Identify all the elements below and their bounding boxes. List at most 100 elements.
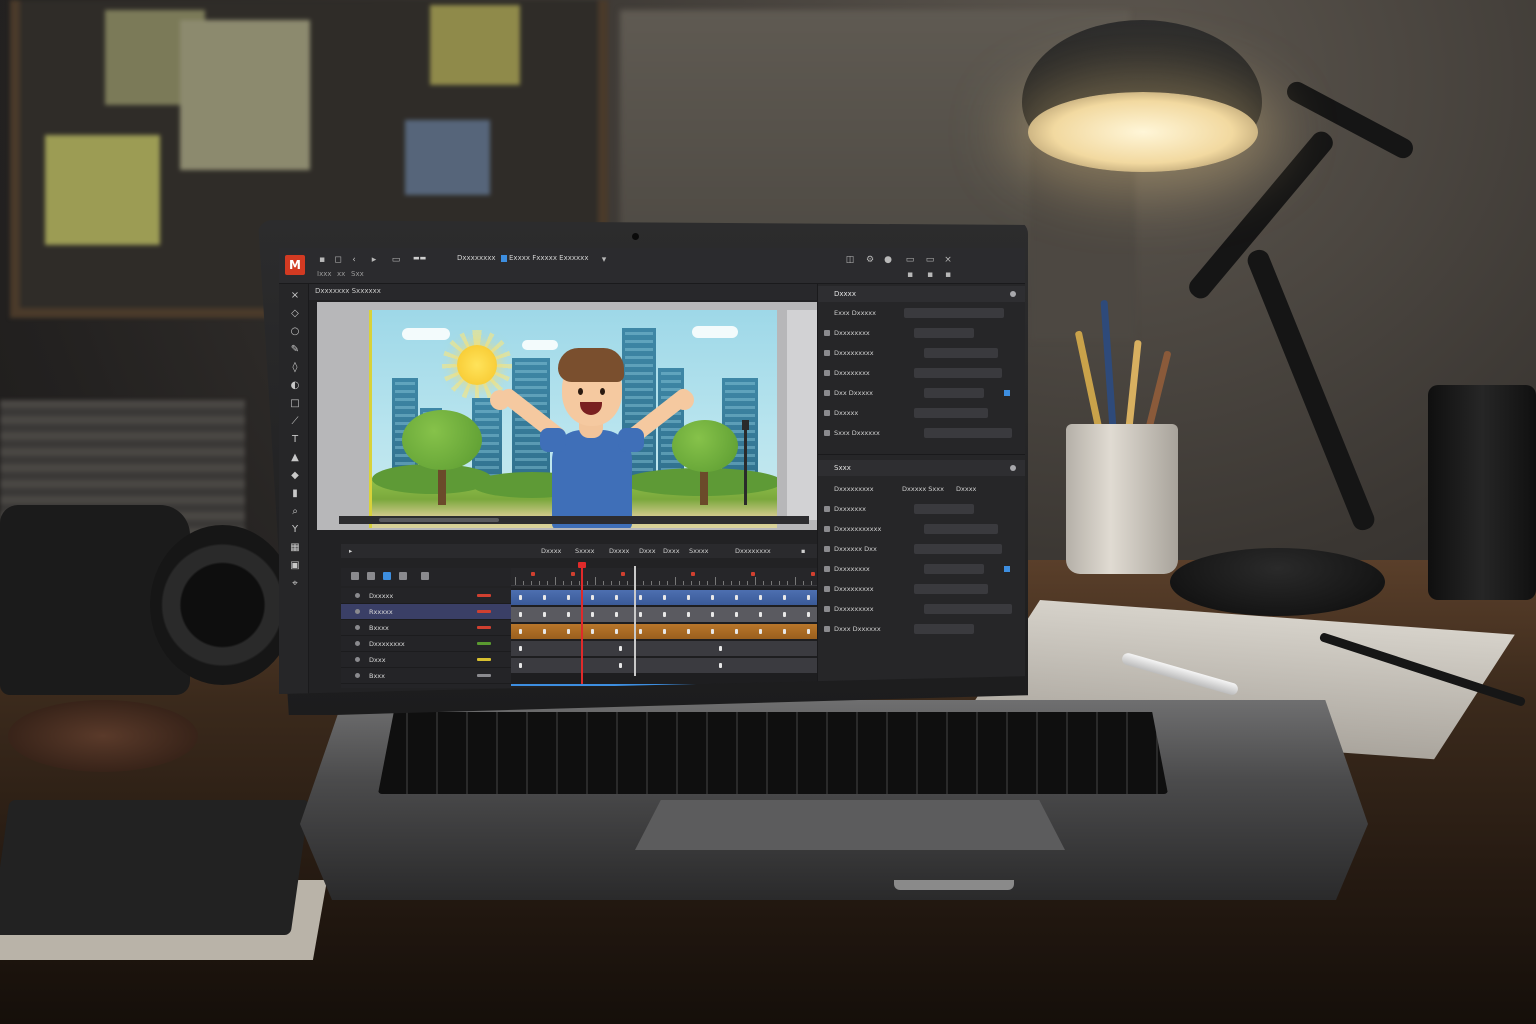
keyframe[interactable] — [687, 595, 690, 600]
properties-tab[interactable]: Exxx Dxxxxx — [834, 309, 876, 317]
keyframe[interactable] — [663, 612, 666, 617]
keyframe[interactable] — [687, 629, 690, 634]
property-field[interactable] — [914, 544, 1002, 554]
scroll-thumb[interactable] — [379, 518, 499, 522]
property-row[interactable]: Dxxxxxxxxx — [824, 346, 1020, 360]
section-tabs[interactable]: Dxxxxxxxxx Dxxxxx Sxxx Dxxxx — [824, 482, 1020, 496]
toolbar-sub-1[interactable]: Ixxx — [317, 270, 332, 278]
frame-marker[interactable] — [634, 566, 636, 676]
property-field[interactable] — [914, 504, 974, 514]
layout-icon[interactable]: ▭ — [391, 255, 401, 265]
ruler-keyframe-marker[interactable] — [751, 572, 755, 576]
panel-toggle-icon[interactable]: ▪ — [905, 270, 915, 280]
help-icon[interactable]: ● — [883, 255, 893, 265]
keyframe[interactable] — [711, 595, 714, 600]
text-tool-icon[interactable]: T — [289, 434, 301, 446]
menu-item-document[interactable]: Dxxxxxxxx — [457, 254, 496, 262]
share-icon[interactable]: ◫ — [845, 255, 855, 265]
shape-tool-icon[interactable]: ▲ — [289, 452, 301, 464]
keyframe[interactable] — [719, 663, 722, 668]
panel-menu-icon[interactable] — [1010, 291, 1016, 297]
keyframe[interactable] — [759, 612, 762, 617]
keyframe[interactable] — [591, 629, 594, 634]
ink-tool-icon[interactable]: ◐ — [289, 380, 301, 392]
file-icon[interactable]: ▪ — [317, 255, 327, 265]
zoom-tool-icon[interactable]: ⌕ — [289, 506, 301, 518]
keyframe[interactable] — [519, 646, 522, 651]
grid-tool-icon[interactable]: ▦ — [289, 542, 301, 554]
menu-item-edit[interactable]: Exxxx Fxxxxx Exxxxxx — [509, 254, 588, 262]
timeline-option-icon[interactable]: ▪ — [801, 547, 805, 555]
ruler-keyframe-marker[interactable] — [691, 572, 695, 576]
property-field[interactable] — [924, 388, 984, 398]
brush-tool-icon[interactable]: ◊ — [289, 362, 301, 374]
lasso-tool-icon[interactable]: ○ — [289, 326, 301, 338]
settings-icon[interactable]: ⚙ — [865, 255, 875, 265]
section-tab[interactable]: Dxxxxx Sxxx — [902, 485, 944, 493]
line-tool-icon[interactable]: ⟋ — [289, 416, 301, 428]
layer-row[interactable]: Dxxxxx — [341, 588, 511, 604]
timeline-tab[interactable]: Dxxx — [663, 547, 680, 555]
pin-tool-icon[interactable]: ⌖ — [289, 578, 301, 590]
keyframe[interactable] — [519, 629, 522, 634]
timeline-tab[interactable]: Sxxxx — [689, 547, 709, 555]
property-field[interactable] — [914, 368, 1002, 378]
timeline-track[interactable] — [511, 641, 853, 656]
keyframe[interactable] — [783, 612, 786, 617]
keyframe[interactable] — [619, 646, 622, 651]
keyframe[interactable] — [567, 629, 570, 634]
property-row[interactable]: Sxxx Dxxxxxx — [824, 426, 1020, 440]
keyboard[interactable] — [378, 712, 1168, 794]
bucket-tool-icon[interactable]: ◆ — [289, 470, 301, 482]
properties-header[interactable]: Dxxxx — [818, 286, 1025, 302]
property-field[interactable] — [914, 408, 988, 418]
property-field[interactable] — [924, 524, 998, 534]
keyframe[interactable] — [759, 629, 762, 634]
timeline-track[interactable] — [511, 658, 853, 673]
keyframe[interactable] — [639, 595, 642, 600]
property-row[interactable]: Dxxxxxx Dxx — [824, 542, 1020, 556]
keyframe[interactable] — [639, 629, 642, 634]
menu-item-view[interactable]: ▬▬ — [413, 254, 426, 262]
keyframe[interactable] — [735, 612, 738, 617]
keyframe[interactable] — [519, 663, 522, 668]
keyframe[interactable] — [615, 612, 618, 617]
keyframe[interactable] — [639, 612, 642, 617]
keyframe[interactable] — [591, 612, 594, 617]
property-field[interactable] — [914, 328, 974, 338]
loop-icon[interactable] — [351, 572, 359, 580]
keyframe[interactable] — [807, 629, 810, 634]
section-menu-icon[interactable] — [1010, 465, 1016, 471]
timeline-tracks[interactable] — [511, 588, 863, 684]
panel-toggle-icon[interactable]: ▪ — [943, 270, 953, 280]
keyframe[interactable] — [711, 629, 714, 634]
eraser-tool-icon[interactable]: ◇ — [289, 308, 301, 320]
property-row[interactable]: Dxxxxxxxx — [824, 562, 1020, 576]
visibility-icon[interactable] — [355, 641, 360, 646]
section-header[interactable]: Sxxx — [818, 460, 1025, 476]
keyframe[interactable] — [619, 663, 622, 668]
property-row[interactable]: Dxxxxxxxx — [824, 326, 1020, 340]
onion-skin-icon[interactable] — [421, 572, 429, 580]
layer-row[interactable]: Bxxxx — [341, 620, 511, 636]
pen-tool-icon[interactable]: ✎ — [289, 344, 301, 356]
keyframe[interactable] — [543, 629, 546, 634]
visibility-icon[interactable] — [355, 657, 360, 662]
layer-row[interactable]: Rxxxxx — [341, 604, 511, 620]
export-icon[interactable]: ▸ — [369, 255, 379, 265]
keyframe[interactable] — [711, 612, 714, 617]
keyframe[interactable] — [807, 612, 810, 617]
hand-tool-icon[interactable]: Y — [289, 524, 301, 536]
property-row[interactable]: Dxxxxxxxxx — [824, 582, 1020, 596]
camera-tool-icon[interactable]: ▣ — [289, 560, 301, 572]
animation-canvas[interactable] — [369, 310, 777, 528]
property-field[interactable] — [914, 624, 974, 634]
trackpad[interactable] — [635, 800, 1065, 850]
property-row[interactable]: Dxxxxxxxxxxx — [824, 522, 1020, 536]
next-frame-icon[interactable] — [399, 572, 407, 580]
property-field[interactable] — [914, 584, 988, 594]
color-chip[interactable] — [1004, 566, 1010, 572]
rectangle-tool-icon[interactable]: □ — [289, 398, 301, 410]
dropdown-icon[interactable]: ▾ — [599, 255, 609, 265]
maximize-icon[interactable]: ▭ — [925, 255, 935, 265]
